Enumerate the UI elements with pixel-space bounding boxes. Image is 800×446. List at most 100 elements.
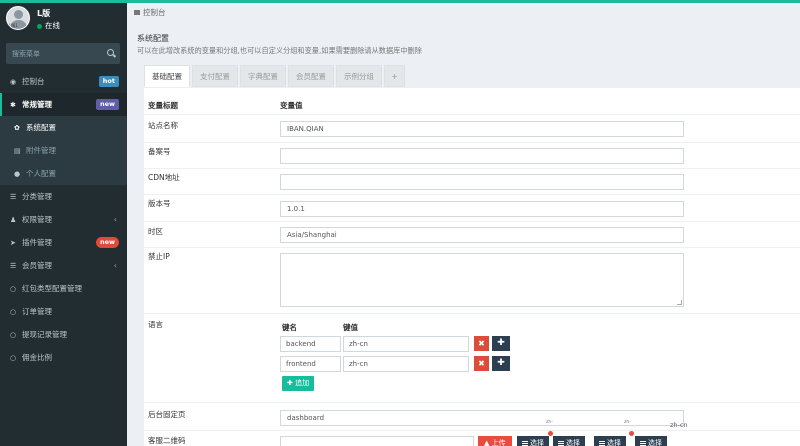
tab-payment[interactable]: 支付配置 [192,65,238,87]
circle-icon: ○ [10,331,17,339]
resize-handle[interactable] [677,300,682,305]
circle-icon: ○ [10,285,17,293]
lang-key-input[interactable]: frontend [280,356,341,372]
search-input[interactable] [6,43,101,64]
sidebar-item-attachment[interactable]: ▤ 附件管理 [0,139,127,162]
row-divider [144,168,800,169]
forbidden-ip-textarea[interactable] [280,253,684,307]
qrcode-input[interactable] [280,436,474,446]
drag-row-button[interactable]: ✚ [492,356,510,371]
dashboard-icon [134,10,140,15]
lang-value-input[interactable]: zh-cn [343,356,469,372]
plus-icon: ✚ [287,379,296,387]
row-divider [144,430,800,431]
breadcrumb: 控制台 [127,3,800,23]
circle-icon: ○ [10,308,17,316]
config-table: 变量标题 变量值 站点名称 IBAN.QIAN 备案号 CDN地址 版本号 1.… [144,88,800,446]
sidebar-item-label: 红包类型配置管理 [22,284,82,293]
choose-button[interactable]: 选择 [517,436,549,446]
main-content: 控制台 系统配置 可以在此增改系统的变量和分组,也可以自定义分组和变量,如果需要… [127,3,800,446]
user-status-text: 在线 [45,21,60,30]
sidebar-item-dashboard[interactable]: ◉ 控制台 hot [0,70,127,93]
sidebar-item-category[interactable]: ☰ 分类管理 [0,185,127,208]
user-icon: ● [14,170,21,178]
append-button-label: 追加 [295,379,310,387]
list-icon [599,440,605,446]
user-panel: L版1 L版 在线 [0,3,127,38]
add-tab-button[interactable]: + [384,65,405,87]
beian-label: 备案号 [148,147,171,156]
remove-dot-icon[interactable] [629,431,634,436]
tab-dictionary[interactable]: 字典配置 [240,65,286,87]
remove-row-button[interactable]: ✖ [474,356,489,371]
version-input[interactable]: 1.0.1 [280,201,684,217]
list-icon [558,440,564,446]
list-icon: ☰ [10,193,17,201]
gear-icon: ✿ [14,124,20,132]
user-status: 在线 [37,20,60,31]
choose-button[interactable]: 选择 [553,436,585,446]
sidebar-item-order[interactable]: ○ 订单管理 [0,300,127,323]
qrcode-label: 客服二维码 [148,436,186,445]
file-icon: ▤ [14,147,21,155]
upload-button[interactable]: ▲ 上传 [478,436,512,446]
avatar[interactable]: L版1 [6,6,30,30]
sidebar-item-label: 控制台 [22,77,45,86]
append-button[interactable]: ✚ 追加 [282,376,315,391]
sidebar-item-member[interactable]: ☰ 会员管理 ‹ [0,254,127,277]
column-header-title: 变量标题 [148,101,178,110]
timezone-label: 时区 [148,227,163,236]
group-icon: ♟ [10,216,17,224]
page-description: 可以在此增改系统的变量和分组,也可以自定义分组和变量,如果需要删除请从数据库中删… [137,46,422,55]
forbidden-ip-label: 禁止IP [148,252,170,261]
search-icon[interactable] [107,49,114,56]
tab-basic[interactable]: 基础配置 [144,65,190,87]
upload-button-label: 上传 [491,439,506,446]
value-header: 键值 [343,323,358,332]
close-icon: ✖ [478,359,485,368]
choose-button[interactable]: 选择 [635,436,667,446]
lang-key-input[interactable]: backend [280,336,341,352]
sidebar-item-system-config[interactable]: ✿ 系统配置 [0,116,127,139]
remove-row-button[interactable]: ✖ [474,336,489,351]
sidebar-item-label: 提现记录管理 [22,330,67,339]
sidebar-item-addon[interactable]: ➤ 插件管理 new [0,231,127,254]
site-name-input[interactable]: IBAN.QIAN [280,121,684,137]
sidebar: L版1 L版 在线 ◉ 控制台 hot ✱ 常规管理 new ✿ 系统配置 ▤ 附件管理… [0,3,127,446]
drag-row-button[interactable]: ✚ [492,336,510,351]
circle-icon: ○ [10,354,17,362]
thumbnail-label: zh- [624,420,631,425]
dashboard-icon: ◉ [10,78,17,86]
sidebar-item-commission[interactable]: ○ 佣金比例 [0,346,127,369]
online-dot-icon [37,23,42,29]
panel-heading: 系统配置 可以在此增改系统的变量和分组,也可以自定义分组和变量,如果需要删除请从… [137,33,422,56]
tab-example[interactable]: 示例分组 [336,65,382,87]
sidebar-item-label: 分类管理 [22,192,52,201]
cdn-label: CDN地址 [148,173,180,182]
choose-button-label: 选择 [530,439,544,446]
key-header: 键名 [282,323,297,332]
sidebar-item-label: 附件管理 [26,146,56,155]
sidebar-search [6,43,120,64]
beian-input[interactable] [280,148,684,164]
sidebar-item-general[interactable]: ✱ 常规管理 new [0,93,127,116]
rocket-icon: ➤ [10,239,16,247]
move-icon: ✚ [497,358,505,368]
sidebar-item-withdraw[interactable]: ○ 提现记录管理 [0,323,127,346]
sidebar-item-profile[interactable]: ● 个人配置 [0,162,127,185]
choose-button[interactable]: 选择 [594,436,626,446]
sidebar-item-redpacket[interactable]: ○ 红包类型配置管理 [0,277,127,300]
timezone-input[interactable]: Asia/Shanghai [280,227,684,243]
tab-member[interactable]: 会员配置 [288,65,334,87]
thumbnail-label: zh-cn [670,421,688,429]
version-label: 版本号 [148,199,171,208]
sidebar-item-label: 个人配置 [26,169,56,178]
close-icon: ✖ [478,339,485,348]
sidebar-item-auth[interactable]: ♟ 权限管理 ‹ [0,208,127,231]
row-divider [144,221,800,222]
lang-value-input[interactable]: zh-cn [343,336,469,352]
breadcrumb-item[interactable]: 控制台 [143,8,166,17]
upload-icon: ▲ [484,439,492,446]
cdn-input[interactable] [280,174,684,190]
sidebar-item-label: 订单管理 [22,307,52,316]
